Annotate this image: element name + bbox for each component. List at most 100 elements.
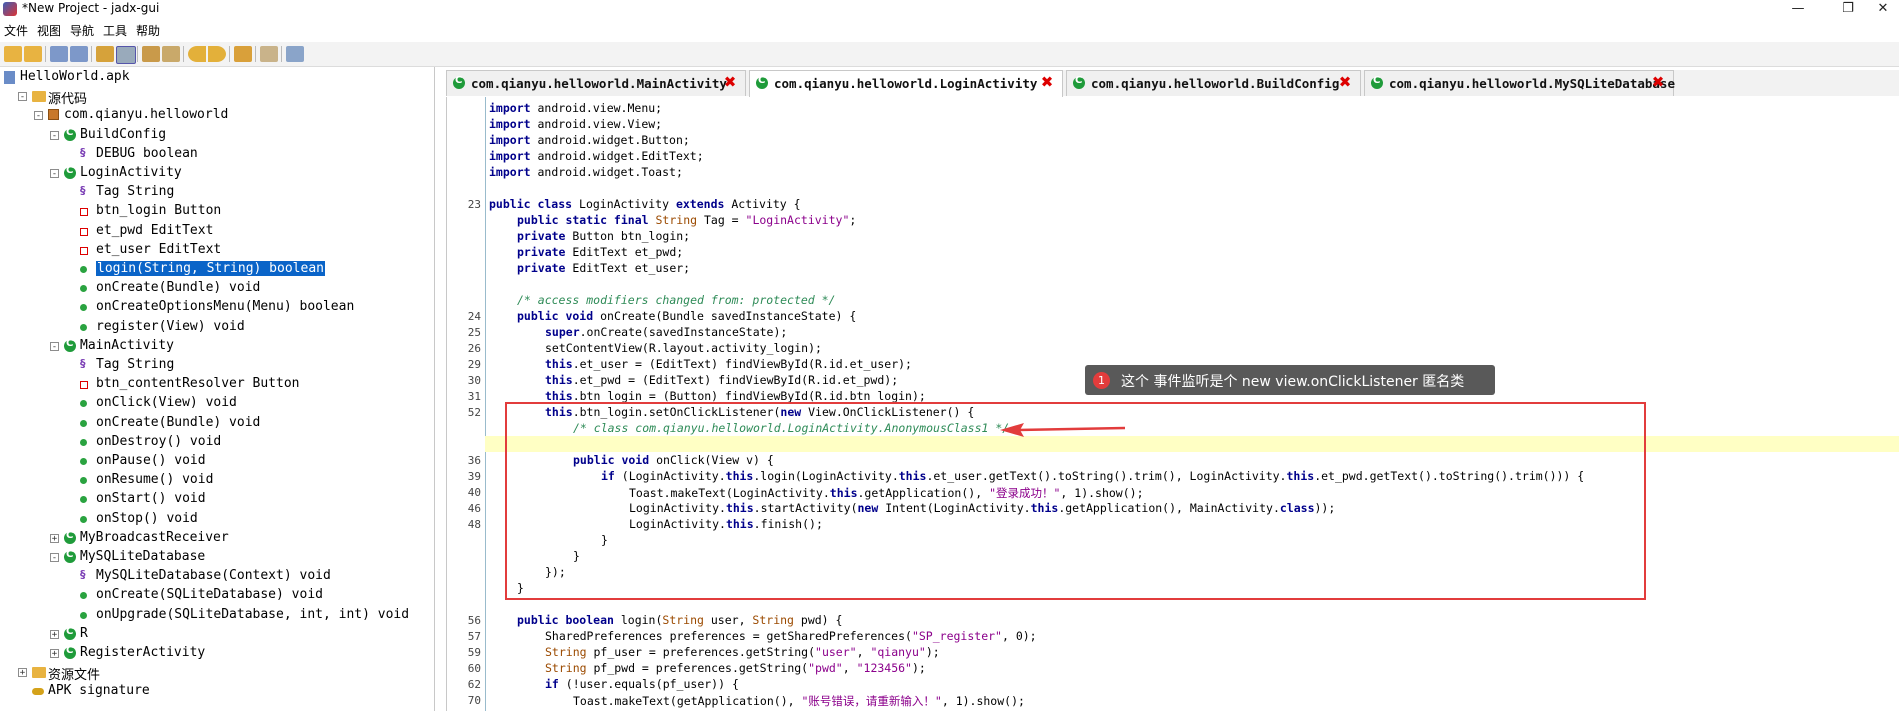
editor-tab[interactable]: com.qianyu.helloworld.BuildConfig✖ (1066, 70, 1361, 96)
annotation-number: 1 (1093, 372, 1110, 389)
collapse-icon[interactable]: - (50, 553, 59, 563)
code-line[interactable]: setContentView(R.layout.activity_login); (545, 341, 822, 355)
static-field-icon: § (80, 184, 86, 198)
code-line[interactable]: Toast.makeText(getApplication(), "账号错误，请… (573, 693, 1025, 709)
tree-node-label: R (80, 625, 88, 641)
code-line[interactable]: super.onCreate(savedInstanceState); (545, 325, 787, 339)
line-number: 39 (467, 470, 481, 483)
collapse-icon[interactable]: - (18, 92, 27, 102)
menu-help[interactable]: 帮助 (136, 22, 160, 39)
class-icon (453, 75, 465, 89)
code-line[interactable]: import android.view.Menu; (489, 101, 662, 115)
code-line[interactable]: this.et_pwd = (EditText) findViewById(R.… (545, 373, 898, 387)
method-icon (80, 496, 87, 504)
tree-node-label: btn_contentResolver Button (96, 376, 300, 392)
method-icon (80, 611, 87, 619)
tab-label: com.qianyu.helloworld.BuildConfig (1091, 76, 1340, 91)
code-line[interactable]: public static final String Tag = "LoginA… (517, 213, 856, 227)
toolbar-separator (137, 46, 138, 62)
code-line[interactable]: String pf_pwd = preferences.getString("p… (545, 661, 926, 675)
expand-icon[interactable]: + (50, 649, 59, 659)
code-line[interactable]: private Button btn_login; (517, 229, 690, 243)
line-number: 30 (467, 374, 481, 387)
class-icon (64, 645, 76, 659)
code-line[interactable]: SharedPreferences preferences = getShare… (545, 629, 1037, 643)
package-icon (48, 109, 59, 121)
class-icon (64, 127, 76, 141)
toolbar-separator (45, 46, 46, 62)
close-tab-icon[interactable]: ✖ (723, 75, 737, 90)
search-icon[interactable] (142, 46, 160, 62)
collapse-icon[interactable]: - (34, 111, 43, 121)
expand-icon[interactable]: + (50, 629, 59, 639)
code-line[interactable]: import android.widget.EditText; (489, 149, 704, 163)
prefs-icon[interactable] (286, 46, 304, 62)
collapse-icon[interactable]: - (50, 169, 59, 179)
back-icon[interactable] (188, 46, 206, 62)
folder-icon (32, 91, 46, 103)
sync-icon[interactable] (96, 46, 114, 62)
tree-node-label: btn_login Button (96, 203, 222, 219)
close-tab-icon[interactable]: ✖ (1338, 75, 1352, 90)
code-line[interactable]: private EditText et_user; (517, 261, 690, 275)
tree-node-label: MyBroadcastReceiver (80, 529, 229, 545)
menu-navigate[interactable]: 导航 (70, 22, 94, 39)
save-icon[interactable] (24, 46, 42, 62)
close-tab-icon[interactable]: ✖ (1040, 75, 1054, 90)
flatten-icon[interactable] (116, 46, 136, 64)
code-line[interactable]: import android.widget.Toast; (489, 165, 683, 179)
line-number: 40 (467, 486, 481, 499)
code-line[interactable]: /* access modifiers changed from: protec… (517, 293, 836, 307)
code-line[interactable]: this.btn_login = (Button) findViewById(R… (545, 389, 926, 403)
code-line[interactable]: this.et_user = (EditText) findViewById(R… (545, 357, 912, 371)
forward-icon[interactable] (208, 46, 226, 62)
tree-node-label: com.qianyu.helloworld (64, 107, 229, 123)
find-icon[interactable] (162, 46, 180, 62)
tree-node-label: onCreate(Bundle) void (96, 280, 261, 296)
tree-node-label: onStart() void (96, 491, 206, 507)
method-icon (80, 323, 87, 331)
editor-tab[interactable]: com.qianyu.helloworld.LoginActivity✖ (749, 70, 1063, 97)
minimize-button[interactable]: — (1775, 0, 1821, 20)
tree-node-label: MySQLiteDatabase (80, 549, 206, 564)
line-number: 70 (467, 694, 481, 707)
editor-tab[interactable]: com.qianyu.helloworld.MainActivity✖ (446, 70, 746, 96)
method-icon (80, 458, 87, 465)
code-line[interactable]: String pf_user = preferences.getString("… (545, 645, 940, 659)
deobf-icon[interactable] (234, 46, 252, 62)
collapse-icon[interactable]: - (50, 341, 59, 351)
tree-node-label: RegisterActivity (80, 645, 206, 660)
code-line[interactable]: public void onCreate(Bundle savedInstanc… (517, 309, 856, 323)
open-icon[interactable] (4, 46, 22, 62)
menu-file[interactable]: 文件 (4, 22, 28, 39)
code-line[interactable]: private EditText et_pwd; (517, 245, 683, 259)
close-window-button[interactable]: ✕ (1860, 0, 1899, 20)
line-number: 23 (467, 198, 481, 211)
line-number: 29 (467, 358, 481, 371)
code-line[interactable]: public boolean login(String user, String… (517, 613, 842, 627)
toolbar-separator (229, 46, 230, 62)
line-number: 25 (467, 326, 481, 339)
log-icon[interactable] (260, 46, 278, 62)
tree-node-label: DEBUG boolean (96, 145, 198, 161)
menu-tools[interactable]: 工具 (103, 22, 127, 39)
menu-view[interactable]: 视图 (37, 22, 61, 39)
tree-node-label: BuildConfig (80, 126, 167, 142)
expand-icon[interactable]: + (18, 668, 27, 678)
close-tab-icon[interactable]: ✖ (1651, 75, 1665, 90)
tree-node-label: MySQLiteDatabase(Context) void (96, 568, 331, 584)
collapse-icon[interactable]: - (50, 130, 59, 140)
copy-icon[interactable] (50, 46, 68, 62)
line-number: 36 (467, 454, 481, 467)
field-icon (80, 227, 88, 236)
code-line[interactable]: if (!user.equals(pf_user)) { (545, 677, 739, 691)
line-number: 46 (467, 502, 481, 515)
code-line[interactable]: import android.view.View; (489, 117, 662, 131)
code-line[interactable]: import android.widget.Button; (489, 133, 690, 147)
editor-tab[interactable]: com.qianyu.helloworld.MySQLiteDatabase✖ (1364, 70, 1675, 96)
code-line[interactable]: public class LoginActivity extends Activ… (489, 197, 801, 211)
tree-node-label: onResume() void (96, 472, 214, 488)
expand-icon[interactable]: + (50, 533, 59, 543)
line-number: 52 (467, 406, 481, 419)
paste-icon[interactable] (70, 46, 88, 62)
